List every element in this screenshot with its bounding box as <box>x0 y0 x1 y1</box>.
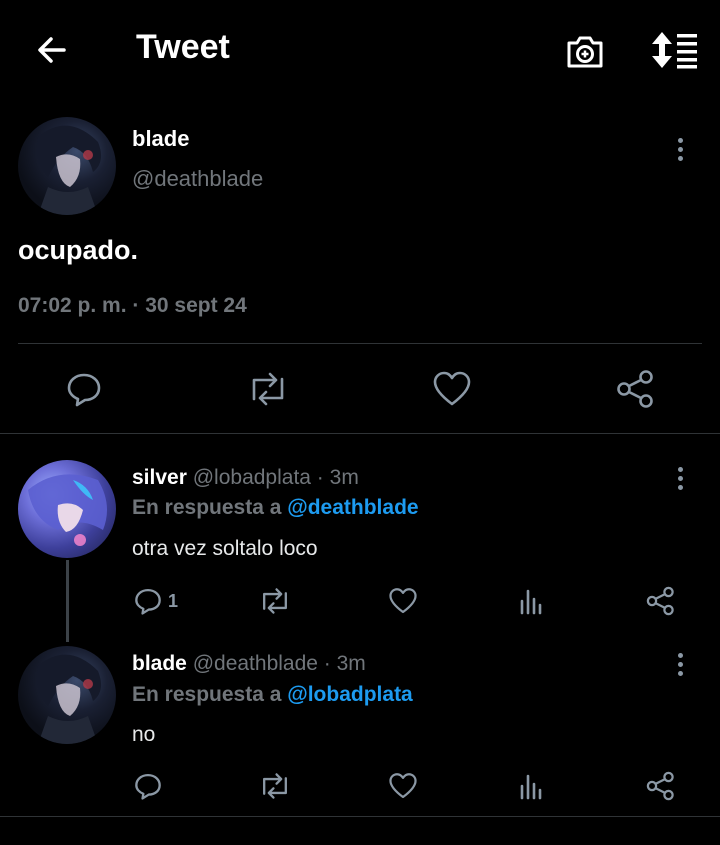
heart-icon <box>389 773 417 799</box>
reply-count: 1 <box>168 590 179 611</box>
more-icon[interactable] <box>678 138 684 165</box>
reply-icon <box>135 588 161 615</box>
share-icon <box>617 370 653 408</box>
share-icon <box>646 586 674 616</box>
avatar[interactable] <box>18 460 116 558</box>
avatar-image <box>36 654 102 744</box>
reply-mention-link[interactable]: @deathblade <box>287 496 418 519</box>
reply-text: otra vez soltalo loco <box>132 537 318 560</box>
reply-header: silver @lobadplata · 3m <box>132 466 359 490</box>
reply-author-name[interactable]: blade <box>132 652 187 675</box>
sort-icon <box>652 32 697 69</box>
retweet-button[interactable] <box>258 772 292 800</box>
avatar[interactable] <box>18 117 116 215</box>
more-icon[interactable] <box>678 653 684 680</box>
reply-handle-time: @deathblade · 3m <box>192 652 366 675</box>
arrow-left-icon <box>38 37 66 63</box>
stats-button[interactable] <box>518 587 546 615</box>
stats-icon <box>520 589 542 615</box>
reply-button[interactable] <box>66 371 102 407</box>
page-title: Tweet <box>136 28 230 66</box>
divider <box>0 816 720 817</box>
reply-handle-time: @lobadplata · 3m <box>192 466 359 489</box>
divider <box>0 433 720 434</box>
like-button[interactable] <box>388 772 418 800</box>
heart-icon <box>389 588 417 614</box>
share-button[interactable] <box>646 771 676 801</box>
retweet-button[interactable] <box>246 371 290 407</box>
reply-prefix: En respuesta a <box>132 496 282 519</box>
like-button[interactable] <box>388 587 418 615</box>
reply-text: no <box>132 723 156 746</box>
divider <box>18 343 702 344</box>
back-button[interactable] <box>34 32 70 68</box>
reply-mention-link[interactable]: @lobadplata <box>287 683 413 706</box>
reply-button[interactable] <box>134 772 162 800</box>
reply-icon <box>135 773 161 800</box>
avatar-image <box>36 125 102 215</box>
retweet-icon <box>252 372 284 406</box>
share-icon <box>646 771 674 801</box>
avatar[interactable] <box>18 646 116 744</box>
more-icon[interactable] <box>678 467 684 494</box>
retweet-button[interactable] <box>258 587 292 615</box>
reply-header: blade @deathblade · 3m <box>132 652 366 676</box>
author-name[interactable]: blade <box>132 126 189 152</box>
reply-icon <box>67 373 101 407</box>
retweet-icon <box>263 588 287 614</box>
reply-author-name[interactable]: silver <box>132 466 187 489</box>
share-button[interactable] <box>646 586 676 616</box>
thread-line <box>66 560 69 642</box>
avatar-image <box>28 474 107 546</box>
screenshot-button[interactable] <box>564 30 606 72</box>
heart-icon <box>433 371 471 406</box>
share-button[interactable] <box>616 369 656 409</box>
stats-button[interactable] <box>518 772 546 800</box>
camera-icon <box>567 36 603 68</box>
author-handle[interactable]: @deathblade <box>132 166 263 192</box>
reply-button[interactable]: 1 <box>134 587 178 615</box>
tweet-timestamp: 07:02 p. m. · 30 sept 24 <box>18 294 247 317</box>
reply-context: En respuesta a @deathblade <box>132 496 419 520</box>
reply-prefix: En respuesta a <box>132 683 282 706</box>
retweet-icon <box>263 773 287 799</box>
like-button[interactable] <box>432 370 472 408</box>
tweet-text: ocupado. <box>18 235 138 265</box>
stats-icon <box>520 774 542 800</box>
reply-context: En respuesta a @lobadplata <box>132 683 413 707</box>
sort-button[interactable] <box>650 30 698 70</box>
